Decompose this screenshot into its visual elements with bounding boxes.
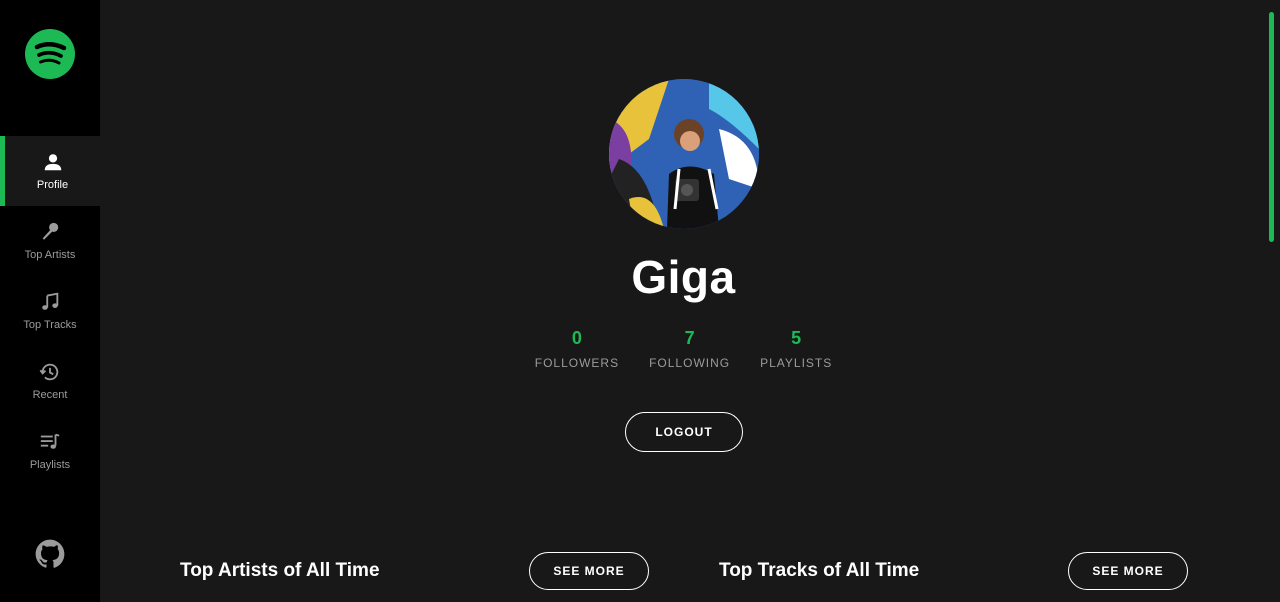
user-icon — [44, 154, 61, 171]
top-artists-title: Top Artists of All Time — [180, 560, 380, 581]
sidebar: Profile Top Artists Top Tracks Recent Pl… — [0, 0, 100, 602]
history-icon — [39, 363, 59, 381]
sidebar-item-label: Playlists — [29, 459, 71, 471]
stat-label: FOLLOWERS — [534, 356, 620, 370]
stat-followers: 0 FOLLOWERS — [535, 328, 619, 370]
main-content: Giga 0 FOLLOWERS 7 FOLLOWING 5 PLAYLISTS… — [100, 0, 1280, 602]
microphone-icon — [42, 222, 59, 240]
top-tracks-title: Top Tracks of All Time — [719, 560, 920, 581]
scrollbar[interactable] — [1269, 12, 1274, 242]
see-more-tracks-button[interactable]: SEE MORE — [1068, 552, 1188, 590]
stat-value: 0 — [571, 328, 582, 348]
profile-name: Giga — [631, 251, 736, 303]
sidebar-item-label: Top Tracks — [23, 319, 77, 331]
sidebar-item-recent[interactable]: Recent — [0, 346, 100, 416]
music-note-icon — [42, 292, 59, 310]
sidebar-item-label: Top Artists — [24, 249, 76, 261]
profile-stats: 0 FOLLOWERS 7 FOLLOWING 5 PLAYLISTS — [100, 328, 1267, 370]
see-more-artists-button[interactable]: SEE MORE — [529, 552, 649, 590]
sidebar-item-top-tracks[interactable]: Top Tracks — [0, 276, 100, 346]
sidebar-item-top-artists[interactable]: Top Artists — [0, 206, 100, 276]
sidebar-item-label: Recent — [32, 389, 68, 401]
avatar — [609, 79, 759, 229]
stat-label: PLAYLISTS — [760, 356, 833, 370]
spotify-logo-icon[interactable] — [25, 29, 75, 79]
stat-value: 7 — [684, 328, 695, 348]
sidebar-item-label: Profile — [36, 179, 69, 191]
logout-button[interactable]: LOGOUT — [625, 412, 743, 452]
stat-playlists: 5 PLAYLISTS — [760, 328, 832, 370]
sidebar-item-playlists[interactable]: Playlists — [0, 416, 100, 486]
stat-label: FOLLOWING — [649, 356, 731, 370]
github-icon[interactable] — [35, 539, 65, 569]
stat-value: 5 — [791, 328, 802, 348]
stat-following: 7 FOLLOWING — [649, 328, 730, 370]
playlist-icon — [40, 433, 60, 449]
sidebar-item-profile[interactable]: Profile — [0, 136, 100, 206]
